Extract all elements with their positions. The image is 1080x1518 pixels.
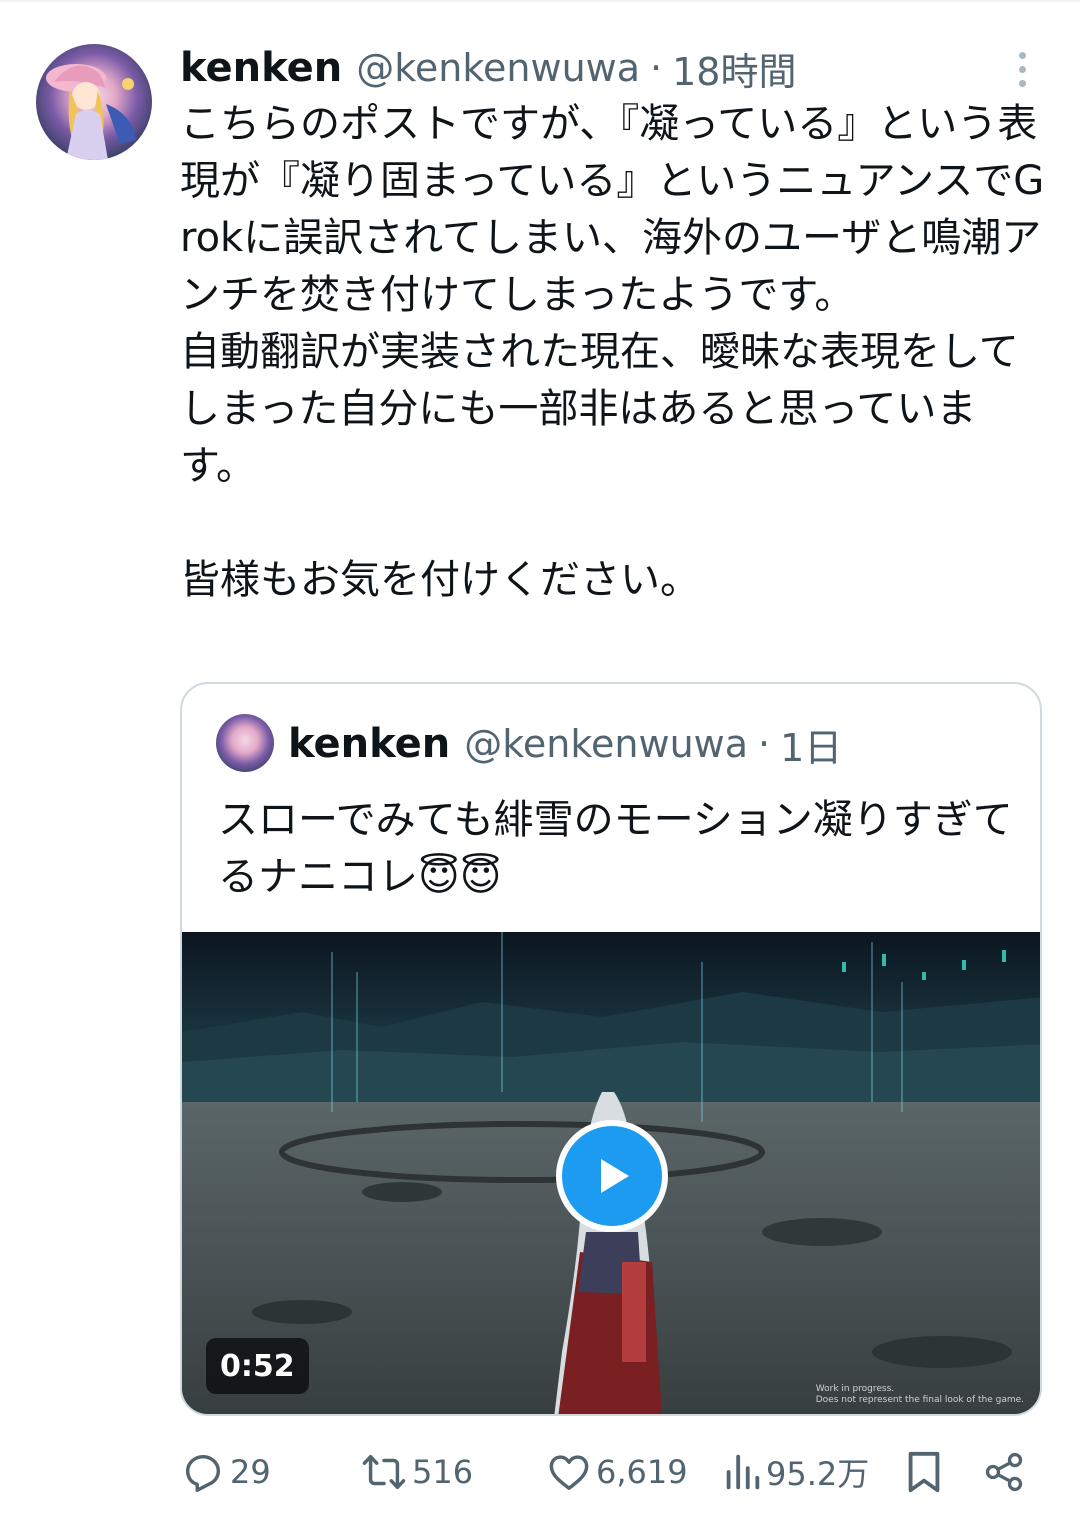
avatar[interactable] [36,44,152,160]
quoted-separator-dot: · [758,722,771,766]
tweet-actions: 29 516 6,619 95.2万 [180,1442,1050,1502]
top-divider [0,0,1080,2]
reply-count: 29 [230,1453,271,1491]
reply-icon [185,1454,221,1492]
share-icon [985,1452,1023,1492]
author-handle[interactable]: @kenkenwuwa [356,46,640,90]
play-icon [601,1159,629,1193]
tweet-timestamp[interactable]: 18時間 [672,41,796,96]
quoted-tweet[interactable]: kenken @kenkenwuwa · 1日 スローでみても緋雪のモーション凝… [180,682,1042,1416]
quoted-avatar [216,714,274,772]
reply-button[interactable]: 29 [180,1442,271,1502]
quoted-author-handle: @kenkenwuwa [464,722,749,766]
separator-dot: · [650,46,663,90]
more-vertical-icon [1018,51,1026,59]
bookmark-button[interactable] [904,1442,944,1502]
quoted-tweet-header: kenken @kenkenwuwa · 1日 [288,714,842,774]
like-count: 6,619 [596,1453,688,1491]
video-duration: 0:52 [206,1338,309,1394]
more-options-button[interactable] [1004,46,1040,92]
play-button[interactable] [556,1120,668,1232]
repost-button[interactable]: 516 [360,1442,473,1502]
share-button[interactable] [982,1442,1026,1502]
views-icon [726,1454,760,1490]
heart-icon [549,1455,589,1491]
repost-icon [362,1454,406,1490]
video-player[interactable]: 0:52 Work in progress. Does not represen… [182,932,1040,1414]
quoted-timestamp: 1日 [780,725,843,770]
quoted-tweet-text: スローでみても緋雪のモーション凝りすぎてるナニコレ😇😇 [218,797,1013,900]
tweet-text: こちらのポストですが、『凝っている』という表現が『凝り固まっている』というニュア… [180,101,1045,603]
video-watermark: Work in progress. Does not represent the… [815,1384,1024,1405]
author-display-name[interactable]: kenken [180,45,342,91]
repost-count: 516 [412,1453,474,1491]
quoted-author-display-name: kenken [288,721,451,767]
views-button[interactable]: 95.2万 [722,1442,869,1502]
bookmark-icon [908,1451,940,1493]
like-button[interactable]: 6,619 [546,1442,688,1502]
views-count: 95.2万 [766,1455,870,1493]
tweet-header: kenken @kenkenwuwa · 18時間 [180,40,796,96]
